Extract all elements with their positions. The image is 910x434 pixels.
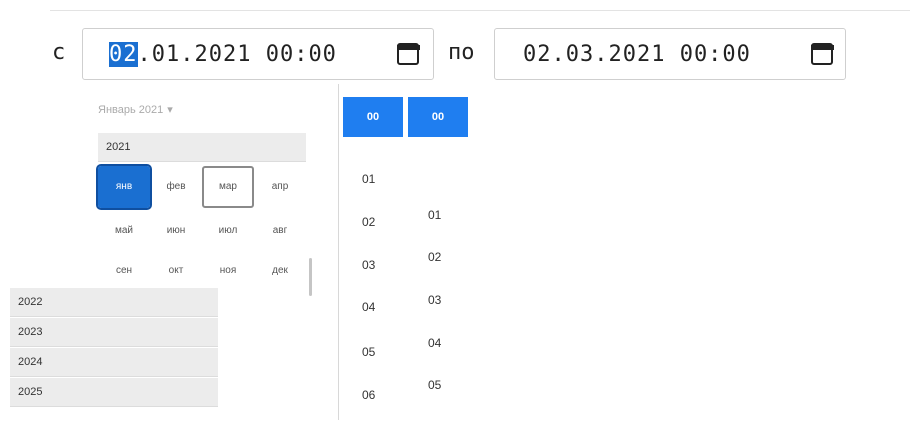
calendar-icon[interactable] [810,43,834,65]
hour-option[interactable]: 05 [362,345,375,359]
month-jun[interactable]: июн [150,210,202,252]
month-oct[interactable]: окт [150,250,202,292]
hour-option[interactable]: 02 [362,215,375,229]
from-label: с [52,40,66,65]
picker-scrollbar[interactable] [309,258,312,296]
minute-option[interactable]: 02 [428,250,441,264]
year-row-2023[interactable]: 2023 [10,318,218,347]
month-dec[interactable]: дек [254,250,306,292]
start-datetime-value[interactable]: 02.01.2021 00:00 [109,42,337,67]
month-apr[interactable]: апр [254,166,306,208]
year-row-current[interactable]: 2021 [98,133,306,162]
calendar-icon[interactable] [396,43,420,65]
month-aug[interactable]: авг [254,210,306,252]
hour-option[interactable]: 01 [362,172,375,186]
hour-option[interactable]: 06 [362,388,375,402]
year-row-2025[interactable]: 2025 [10,378,218,407]
minute-option[interactable]: 04 [428,336,441,350]
end-datetime-value[interactable]: 02.03.2021 00:00 [523,42,751,67]
chevron-down-icon: ▾ [167,104,173,116]
year-row-2024[interactable]: 2024 [10,348,218,377]
minute-option[interactable]: 05 [428,378,441,392]
day-segment-selected[interactable]: 02 [109,42,138,67]
hour-selected[interactable]: 00 [343,97,403,137]
picker-header[interactable]: Январь 2021 ▾ [98,103,173,116]
hour-option[interactable]: 03 [362,258,375,272]
picker-divider [338,84,339,420]
end-datetime-input[interactable]: 02.03.2021 00:00 [494,28,846,80]
month-mar[interactable]: мар [202,166,254,208]
minute-option[interactable]: 01 [428,208,441,222]
hour-option[interactable]: 04 [362,300,375,314]
month-jul[interactable]: июл [202,210,254,252]
month-nov[interactable]: ноя [202,250,254,292]
minute-option[interactable]: 03 [428,293,441,307]
year-row-2022[interactable]: 2022 [10,288,218,317]
minute-selected[interactable]: 00 [408,97,468,137]
month-may[interactable]: май [98,210,150,252]
month-sep[interactable]: сен [98,250,150,292]
start-datetime-input[interactable]: 02.01.2021 00:00 [82,28,434,80]
month-jan[interactable]: янв [96,164,152,210]
top-divider [50,10,910,11]
to-label: по [448,40,475,65]
picker-header-label: Январь 2021 [98,104,164,116]
month-feb[interactable]: фев [150,166,202,208]
start-datetime-rest: .01.2021 00:00 [137,42,337,67]
